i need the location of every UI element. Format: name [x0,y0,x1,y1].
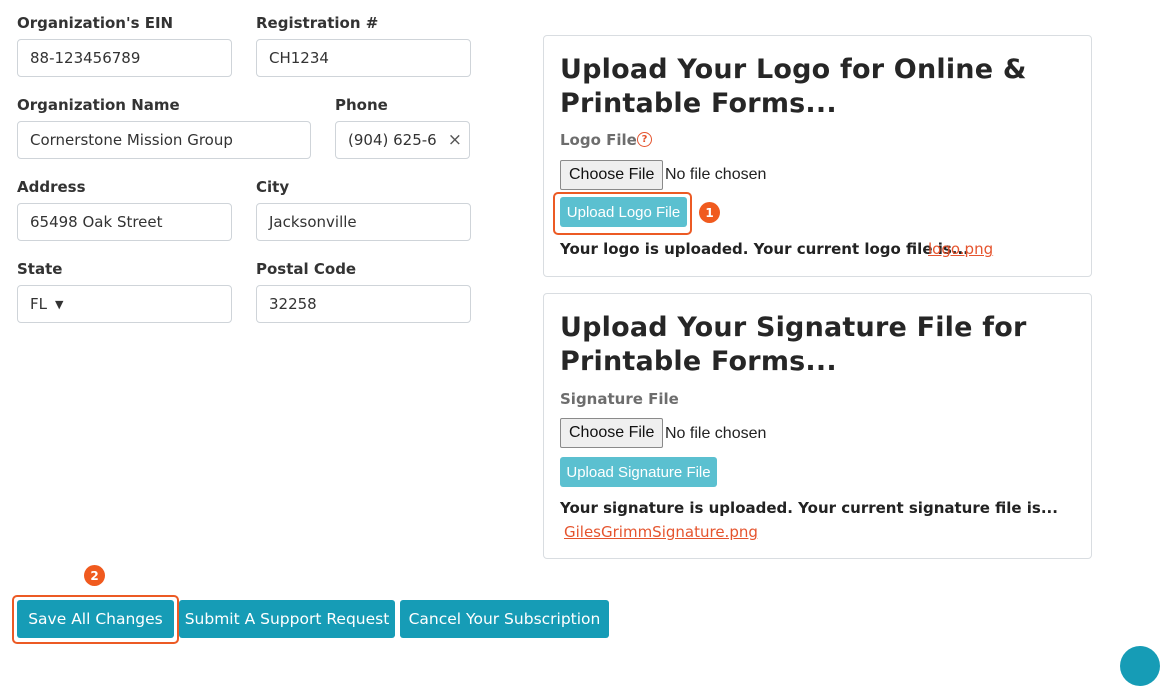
address-label: Address [17,178,86,196]
address-value: 65498 Oak Street [30,213,163,231]
address-input[interactable]: 65498 Oak Street [17,203,232,241]
logo-file-link[interactable]: logo.png [928,240,993,258]
registration-value: CH1234 [269,49,329,67]
logo-upload-panel: Upload Your Logo for Online & Printable … [543,35,1092,277]
logo-panel-title-line2: Printable Forms... [560,88,837,119]
state-value: FL [30,295,47,313]
step-marker-2: 2 [84,565,105,586]
city-value: Jacksonville [269,213,357,231]
registration-input[interactable]: CH1234 [256,39,471,77]
org-name-input[interactable]: Cornerstone Mission Group [17,121,311,159]
chat-widget-icon[interactable] [1120,646,1160,686]
phone-input[interactable]: (904) 625-6 × [335,121,470,159]
phone-label: Phone [335,96,388,114]
phone-value: (904) 625-6 [348,131,437,149]
postal-code-input[interactable]: 32258 [256,285,471,323]
close-icon[interactable]: × [448,130,462,150]
highlight-save-button [12,595,179,644]
signature-panel-title-line2: Printable Forms... [560,346,837,377]
signature-no-file-text: No file chosen [665,425,767,442]
ein-value: 88-123456789 [30,49,141,67]
logo-no-file-text: No file chosen [665,166,767,183]
submit-support-request-button[interactable]: Submit A Support Request [179,600,395,638]
ein-label: Organization's EIN [17,14,174,32]
state-label: State [17,260,63,278]
ein-input[interactable]: 88-123456789 [17,39,232,77]
postal-code-label: Postal Code [256,260,357,278]
signature-status-text: Your signature is uploaded. Your current… [560,499,1058,517]
caret-down-icon: ▼ [55,297,64,311]
logo-choose-file-button[interactable]: Choose File [560,160,664,190]
postal-code-value: 32258 [269,295,317,313]
upload-signature-button[interactable]: Upload Signature File [560,457,717,487]
logo-file-label: Logo File [560,131,637,149]
city-label: City [256,178,290,196]
logo-status-text: Your logo is uploaded. Your current logo… [560,240,969,258]
state-select[interactable]: FL ▼ [17,285,232,323]
signature-file-link[interactable]: GilesGrimmSignature.png [564,523,758,541]
question-circle-icon[interactable]: ? [637,132,652,147]
signature-upload-panel: Upload Your Signature File for Printable… [543,293,1092,559]
org-name-label: Organization Name [17,96,180,114]
step-marker-1: 1 [699,202,720,223]
logo-panel-title-line1: Upload Your Logo for Online & [560,54,1027,85]
signature-file-label: Signature File [560,390,679,408]
signature-panel-title-line1: Upload Your Signature File for [560,312,1027,343]
highlight-upload-logo [553,192,692,235]
org-name-value: Cornerstone Mission Group [30,131,233,149]
city-input[interactable]: Jacksonville [256,203,471,241]
registration-label: Registration # [256,14,379,32]
signature-choose-file-button[interactable]: Choose File [560,418,664,448]
cancel-subscription-button[interactable]: Cancel Your Subscription [400,600,609,638]
